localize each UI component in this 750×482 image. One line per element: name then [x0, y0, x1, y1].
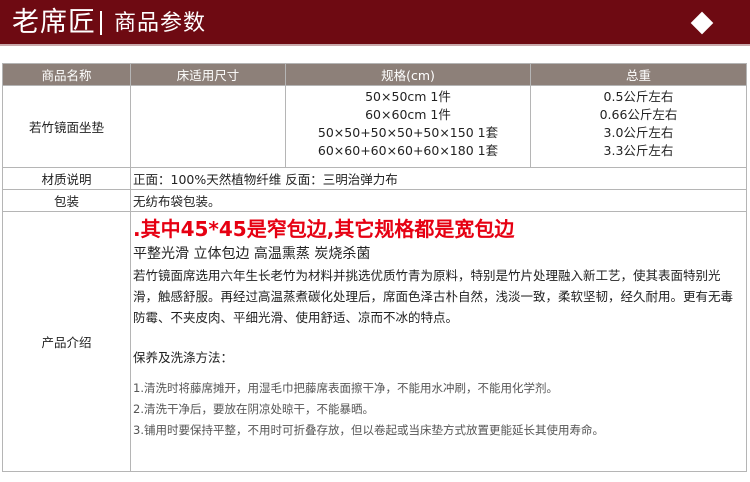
care-item: 1.清洗时将藤席摊开，用湿毛巾把藤席表面擦干净，不能用水冲刷，不能用化学剂。: [133, 381, 558, 395]
header-spec: 规格(cm): [285, 63, 531, 86]
spec-item: 50×50+50×50+50×150 1套: [317, 125, 499, 140]
care-item: 2.清洗干净后，要放在阴凉处晾干，不能暴晒。: [133, 402, 374, 416]
weight-item: 3.3公斤左右: [603, 143, 674, 158]
spec-item: 60×60+60×60+60×180 1套: [317, 143, 499, 158]
packaging-value: 无纺布袋包装。: [130, 189, 747, 212]
header-weight: 总重: [530, 63, 747, 86]
brand-logo-text: 老席匠: [12, 7, 96, 38]
packaging-label: 包装: [2, 189, 131, 212]
intro-label: 产品介绍: [2, 211, 131, 472]
feature-tagline: 平整光滑 立体包边 高温熏蒸 炭烧杀菌: [133, 246, 371, 262]
intro-content: .其中45*45是窄包边,其它规格都是宽包边 平整光滑 立体包边 高温熏蒸 炭烧…: [130, 211, 747, 472]
table-row-packaging: 包装 无纺布袋包装。: [2, 189, 747, 212]
diamond-icon: [690, 11, 714, 35]
spec-item: 60×60cm 1件: [365, 107, 451, 122]
material-label: 材质说明: [2, 167, 131, 190]
weight-item: 3.0公斤左右: [603, 125, 674, 140]
table-row-product: 若竹镜面坐垫 50×50cm 1件 60×60cm 1件 50×50+50×50…: [2, 85, 747, 168]
header-bed-size: 床适用尺寸: [130, 63, 286, 86]
header-banner: 老席匠 商品参数: [0, 0, 750, 46]
header-product-name: 商品名称: [2, 63, 131, 86]
product-description: 若竹镜面席选用六年生长老竹为材料并挑选优质竹青为原料，特别是竹片处理融入新工艺，…: [133, 268, 734, 325]
weight-cell: 0.5公斤左右 0.66公斤左右 3.0公斤左右 3.3公斤左右: [530, 85, 747, 168]
spec-cell: 50×50cm 1件 60×60cm 1件 50×50+50×50+50×150…: [285, 85, 531, 168]
header-separator: [100, 11, 102, 35]
border-warning-text: .其中45*45是窄包边,其它规格都是宽包边: [133, 217, 515, 241]
weight-item: 0.66公斤左右: [599, 107, 678, 122]
care-item: 3.铺用时要保持平整，不用时可折叠存放，但以卷起或当床垫方式放置更能延长其使用寿…: [133, 423, 604, 437]
product-spec-table: 商品名称 床适用尺寸 规格(cm) 总重 若竹镜面坐垫 50×50cm 1件 6…: [2, 63, 747, 472]
spec-item: 50×50cm 1件: [365, 89, 451, 104]
page-title: 商品参数: [114, 11, 207, 36]
product-name-cell: 若竹镜面坐垫: [2, 85, 131, 168]
care-title: 保养及洗涤方法：: [133, 350, 234, 365]
weight-item: 0.5公斤左右: [603, 89, 674, 104]
bed-size-cell: [130, 85, 286, 168]
table-row-intro: 产品介绍 .其中45*45是窄包边,其它规格都是宽包边 平整光滑 立体包边 高温…: [2, 211, 747, 472]
material-value: 正面：100%天然植物纤维 反面：三明治弹力布: [130, 167, 747, 190]
table-header-row: 商品名称 床适用尺寸 规格(cm) 总重: [2, 63, 747, 86]
care-list: 1.清洗时将藤席摊开，用湿毛巾把藤席表面擦干净，不能用水冲刷，不能用化学剂。 2…: [133, 378, 736, 441]
table-row-material: 材质说明 正面：100%天然植物纤维 反面：三明治弹力布: [2, 167, 747, 190]
